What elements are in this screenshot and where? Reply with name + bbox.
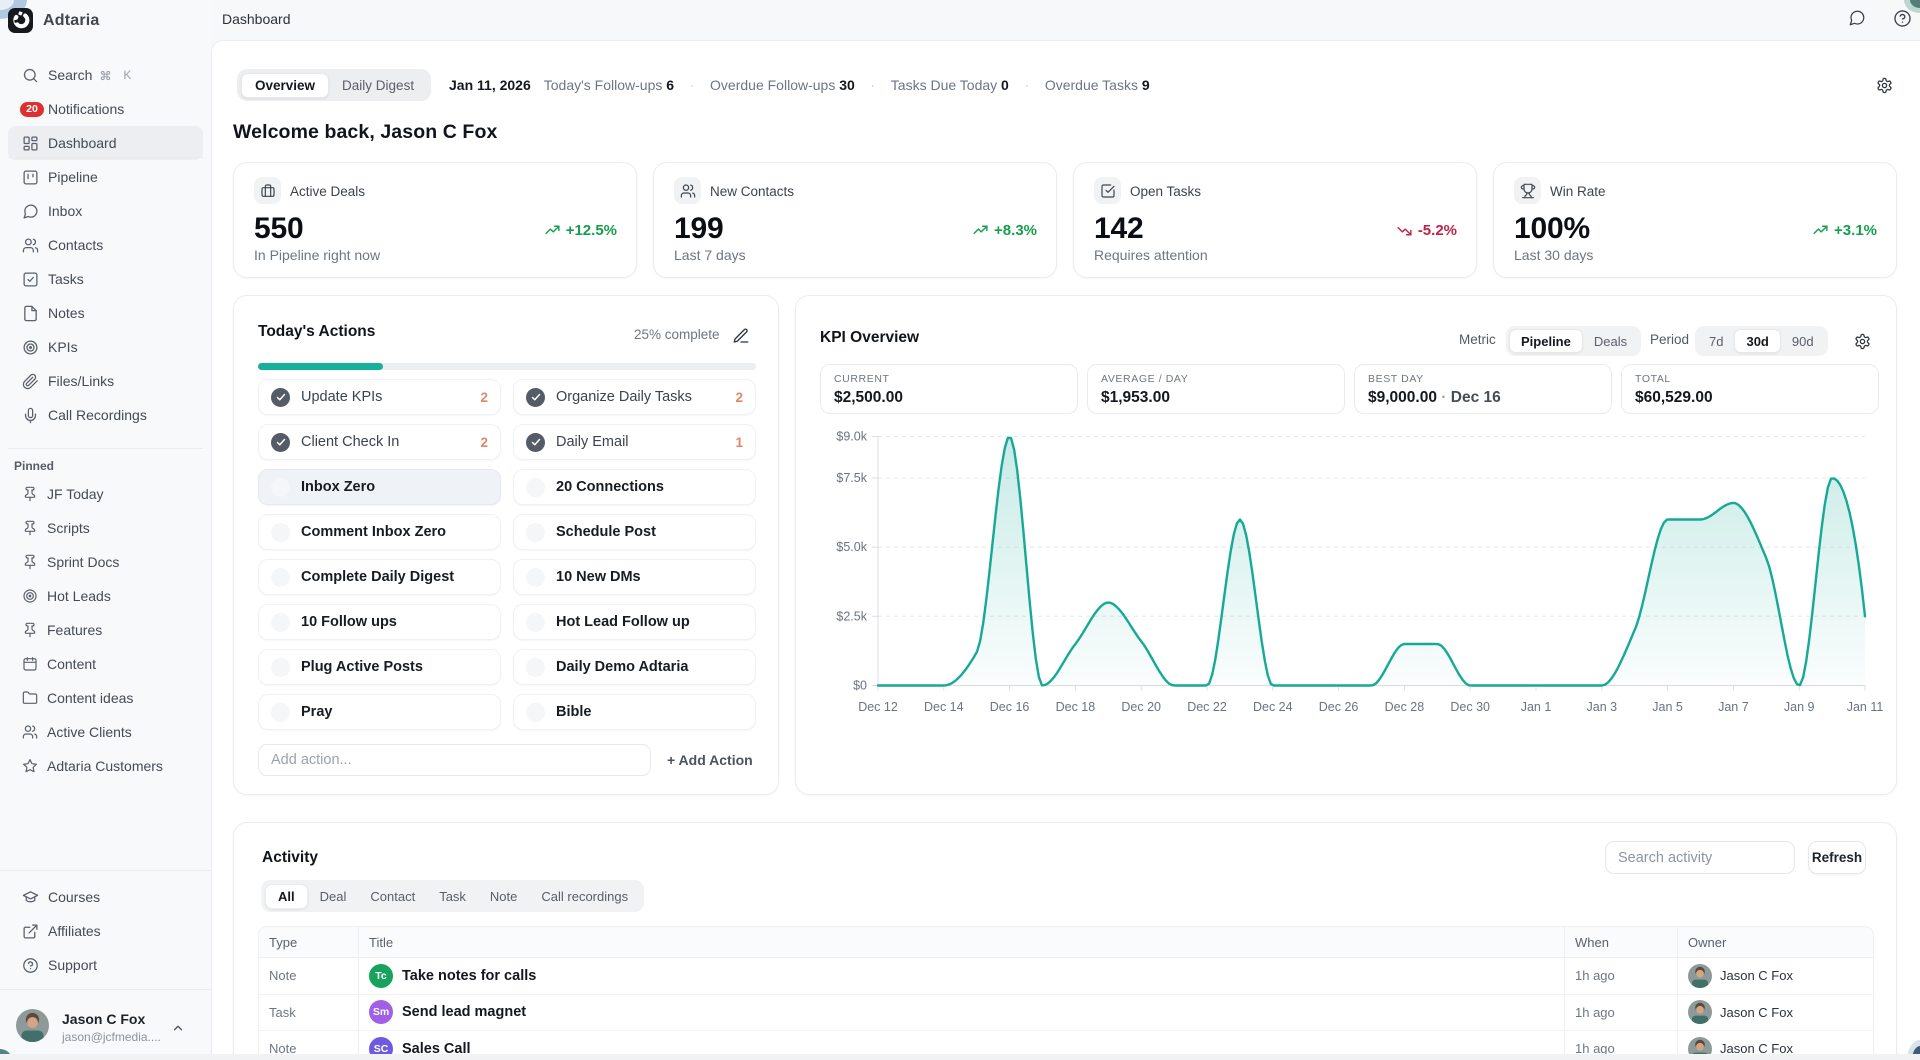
svg-text:Dec 20: Dec 20 [1121, 700, 1161, 714]
svg-text:$5.0k: $5.0k [836, 540, 867, 554]
svg-text:Dec 28: Dec 28 [1385, 700, 1425, 714]
svg-text:Dec 22: Dec 22 [1187, 700, 1227, 714]
svg-text:$0: $0 [853, 679, 867, 693]
svg-text:$7.5k: $7.5k [836, 471, 867, 485]
svg-text:Jan 5: Jan 5 [1652, 700, 1683, 714]
svg-text:Dec 26: Dec 26 [1319, 700, 1359, 714]
svg-text:Jan 11: Jan 11 [1847, 700, 1884, 714]
svg-text:Dec 30: Dec 30 [1450, 700, 1490, 714]
svg-text:$9.0k: $9.0k [836, 430, 867, 444]
svg-text:Jan 7: Jan 7 [1718, 700, 1749, 714]
svg-text:$2.5k: $2.5k [836, 609, 867, 623]
svg-text:Dec 18: Dec 18 [1056, 700, 1096, 714]
svg-text:Jan 1: Jan 1 [1521, 700, 1552, 714]
svg-text:Jan 9: Jan 9 [1784, 700, 1815, 714]
svg-text:Dec 12: Dec 12 [858, 700, 898, 714]
svg-text:Jan 3: Jan 3 [1587, 700, 1618, 714]
svg-text:Dec 14: Dec 14 [924, 700, 964, 714]
svg-text:Dec 24: Dec 24 [1253, 700, 1293, 714]
svg-text:Dec 16: Dec 16 [990, 700, 1030, 714]
